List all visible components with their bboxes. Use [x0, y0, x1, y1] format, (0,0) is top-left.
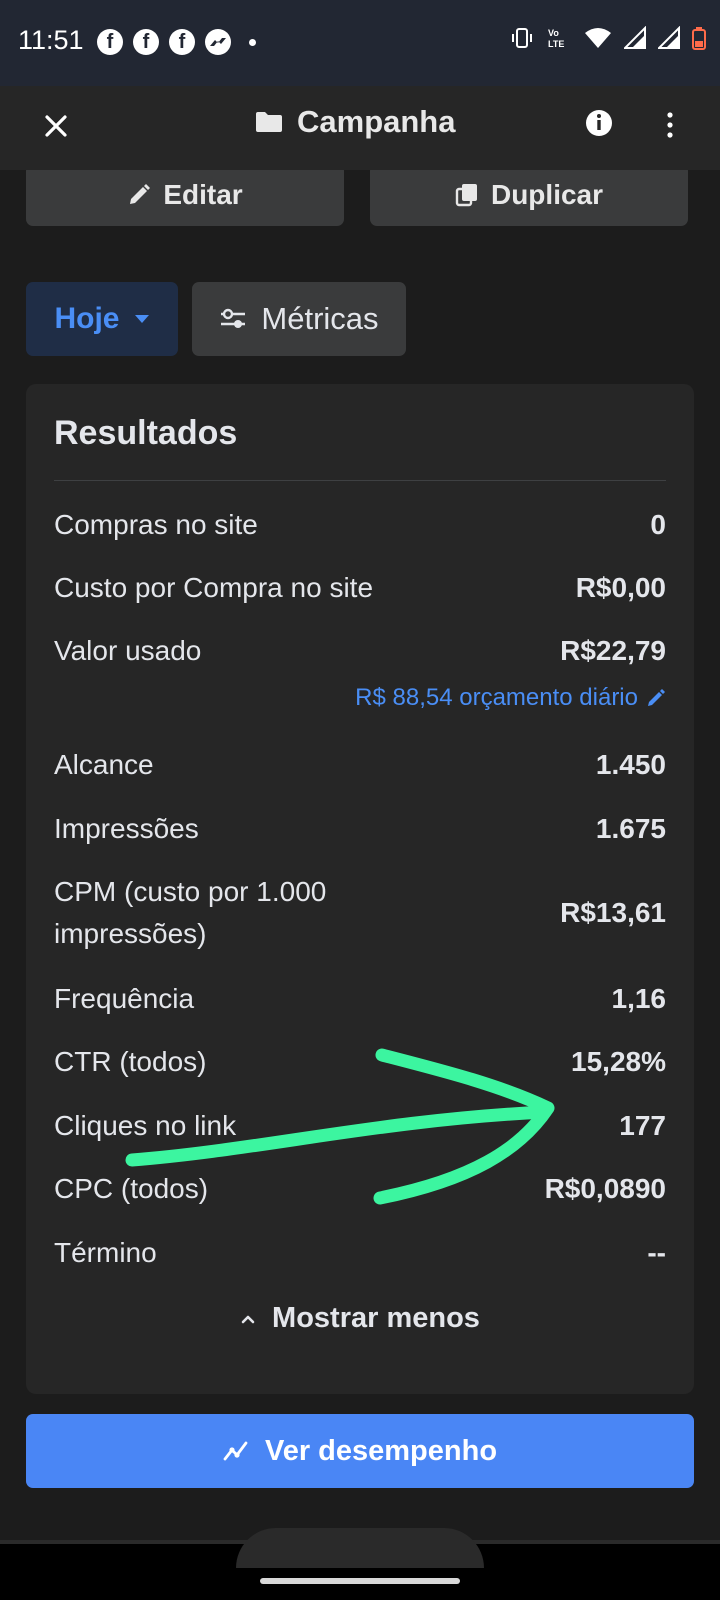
metric-row-cliques: Cliques no link 177 — [54, 1105, 666, 1147]
metric-label: CPC (todos) — [54, 1173, 209, 1204]
status-time: 11:51 — [18, 25, 84, 55]
metric-value: 0 — [650, 509, 666, 540]
metric-label: Valor usado — [54, 635, 202, 666]
caret-down-icon — [134, 315, 149, 323]
system-icons: Vo LTE — [510, 26, 706, 50]
metric-row-alcance: Alcance 1.450 — [54, 744, 666, 786]
metric-value: R$22,79 — [560, 635, 666, 666]
show-less-label: Mostrar menos — [272, 1302, 480, 1334]
metrics-button[interactable]: Métricas — [192, 282, 406, 356]
facebook-icon: f — [97, 29, 123, 55]
svg-text:LTE: LTE — [548, 39, 564, 49]
info-icon[interactable] — [582, 106, 616, 140]
main-content: Hoje Métricas Resultados Compras no site… — [0, 254, 720, 1544]
metric-label: Impressões — [54, 813, 199, 844]
metric-label: CPM (custo por 1.000 impressões) — [54, 876, 327, 949]
metric-value: 1.450 — [595, 749, 666, 780]
notification-icons: f f f — [97, 29, 256, 55]
view-performance-button[interactable]: Ver desempenho — [26, 1414, 694, 1488]
duplicate-label: Duplicar — [490, 179, 604, 210]
metric-value: 1.675 — [595, 813, 666, 844]
facebook-icon: f — [133, 29, 159, 55]
page-title: Campanha — [297, 104, 456, 139]
metric-value: R$0,00 — [575, 572, 666, 603]
bottom-sheet-handle-area — [236, 1528, 484, 1568]
metrics-label: Métricas — [261, 301, 379, 336]
wifi-icon — [585, 28, 611, 48]
results-title: Resultados — [54, 414, 238, 452]
metric-row-valor-usado: Valor usado R$22,79 — [54, 630, 666, 672]
show-less-button[interactable]: Mostrar menos — [26, 1302, 694, 1335]
metric-value: -- — [647, 1237, 666, 1268]
date-filter-label: Hoje — [54, 302, 120, 335]
daily-budget-link[interactable]: R$ 88,54 orçamento diário — [54, 684, 666, 712]
divider — [54, 480, 666, 481]
vibrate-icon — [512, 28, 532, 48]
metric-label: Custo por Compra no site — [54, 572, 374, 603]
metric-row-termino: Término -- — [54, 1232, 666, 1274]
more-vertical-icon[interactable] — [655, 108, 685, 142]
messenger-icon — [205, 29, 231, 55]
battery-low-icon — [692, 27, 706, 50]
trend-icon — [223, 1441, 248, 1461]
title-group: Campanha — [255, 104, 455, 140]
metric-label: Compras no site — [54, 509, 258, 540]
metric-row-custo-compra: Custo por Compra no site R$0,00 — [54, 567, 666, 609]
folder-icon — [256, 112, 282, 132]
edit-button[interactable]: Editar — [26, 170, 344, 226]
daily-budget-label: R$ 88,54 orçamento diário — [355, 684, 638, 711]
svg-text:Vo: Vo — [548, 28, 559, 38]
pencil-icon — [130, 184, 151, 204]
close-icon[interactable] — [36, 106, 76, 146]
home-gesture-handle[interactable] — [260, 1578, 460, 1584]
volte-icon: Vo LTE — [548, 28, 564, 49]
metric-row-ctr: CTR (todos) 15,28% — [54, 1041, 666, 1083]
date-filter-button[interactable]: Hoje — [26, 282, 178, 356]
metric-value: 177 — [619, 1110, 666, 1141]
metric-label: Alcance — [54, 749, 154, 780]
metric-label: Cliques no link — [54, 1110, 237, 1141]
pencil-icon — [648, 689, 665, 706]
metric-value: R$0,0890 — [544, 1173, 666, 1204]
app-bar: Campanha — [0, 86, 720, 170]
edit-label: Editar — [163, 179, 243, 210]
metric-value: R$13,61 — [560, 897, 666, 928]
metric-row-frequencia: Frequência 1,16 — [54, 978, 666, 1020]
action-strip: Editar Duplicar — [0, 170, 720, 242]
status-bar: 11:51 f f f Vo LTE — [0, 0, 720, 86]
metric-row-cpc: CPC (todos) R$0,0890 — [54, 1168, 666, 1210]
view-performance-label: Ver desempenho — [264, 1434, 498, 1467]
metric-value: 1,16 — [611, 983, 667, 1014]
duplicate-button[interactable]: Duplicar — [370, 170, 688, 226]
metric-row-impressoes: Impressões 1.675 — [54, 808, 666, 850]
metric-value: 15,28% — [571, 1046, 666, 1077]
signal-icon — [658, 26, 680, 49]
metric-label: CTR (todos) — [54, 1046, 207, 1077]
results-card: Resultados Compras no site 0 Custo por C… — [26, 384, 694, 1394]
signal-icon — [624, 26, 646, 49]
more-notifications-icon — [249, 39, 256, 46]
metric-label: Término — [54, 1237, 157, 1268]
metric-row-compras: Compras no site 0 — [54, 504, 666, 546]
facebook-icon: f — [169, 29, 195, 55]
chevron-up-icon — [241, 1315, 255, 1323]
metric-label: Frequência — [54, 983, 195, 1014]
duplicate-icon — [455, 184, 477, 207]
metric-row-cpm: CPM (custo por 1.000 impressões) R$13,61 — [54, 871, 666, 955]
sliders-icon — [221, 308, 246, 328]
